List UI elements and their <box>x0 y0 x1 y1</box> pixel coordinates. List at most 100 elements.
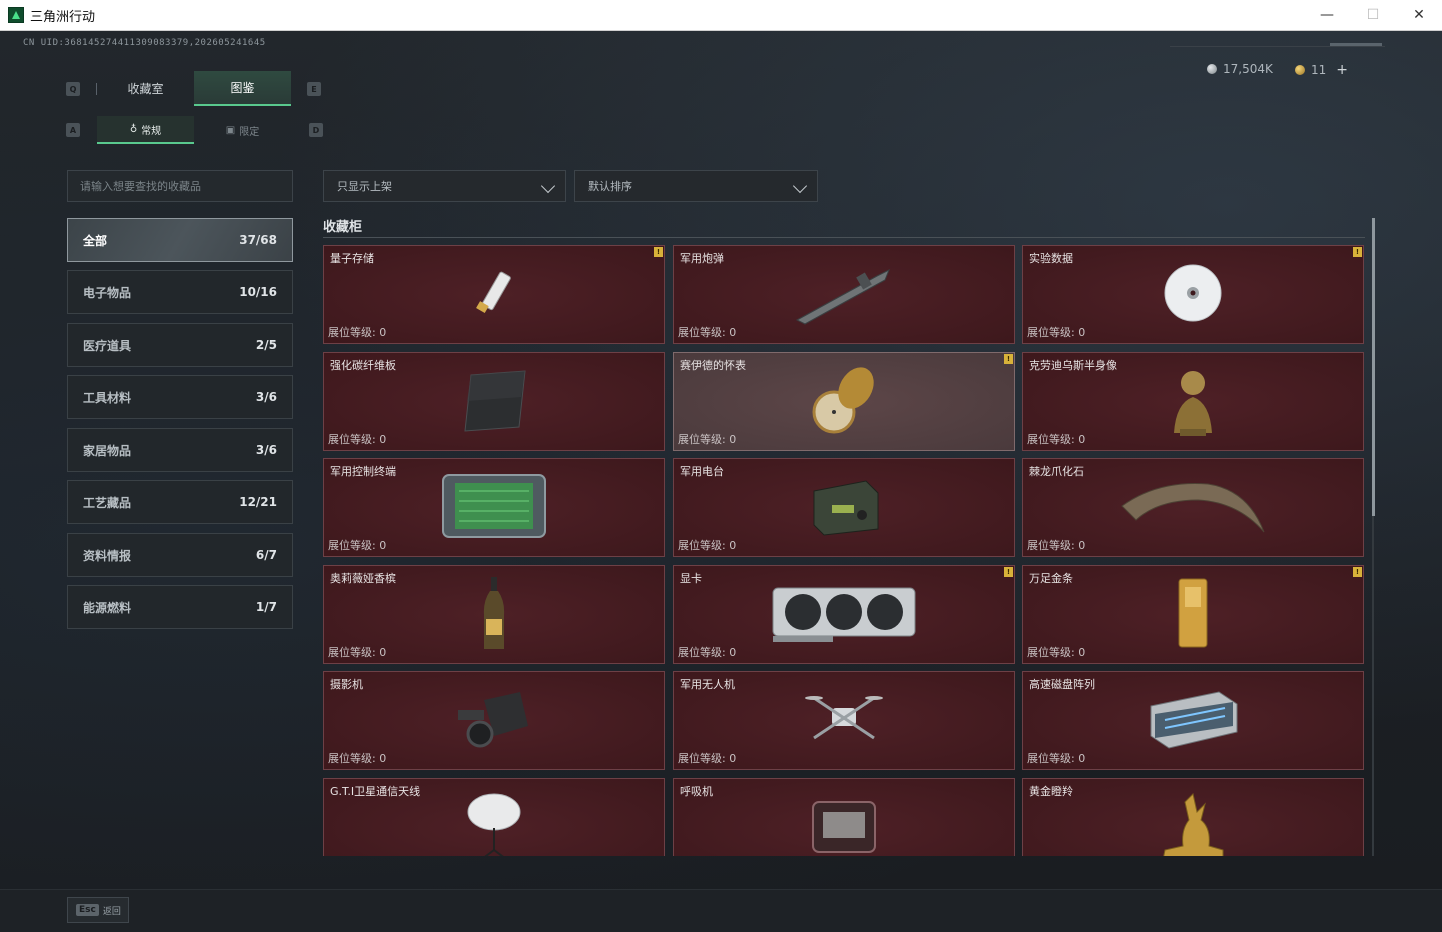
collection-card[interactable]: 万足金条展位等级: 0! <box>1022 565 1364 664</box>
card-level: 展位等级: 0 <box>678 539 737 552</box>
collection-card[interactable]: 军用无人机 展位等级: 0 <box>673 671 1015 770</box>
card-name: 摄影机 <box>330 678 363 691</box>
collection-grid: 量子存储 展位等级: 0! 军用炮弹 展位等级: 0 实验数据 展位等级: 0! 强化碳纤维… <box>323 245 1368 856</box>
category-count: 37/68 <box>239 233 277 247</box>
key-hint-q: Q <box>66 82 80 96</box>
collection-card[interactable]: 显卡 展位等级: 0! <box>673 565 1015 664</box>
currency-silver-value: 17,504K <box>1223 62 1273 76</box>
card-level: 展位等级: 0 <box>678 433 737 446</box>
collection-card[interactable]: 军用控制终端 展位等级: 0 <box>323 458 665 557</box>
claw-fossil-icon <box>1118 476 1268 540</box>
card-level: 展位等级: 0 <box>328 752 387 765</box>
subtab-regular[interactable]: ♁ 常规 <box>97 116 194 144</box>
gold-coin-icon <box>1295 65 1305 75</box>
header-divider <box>1170 46 1385 47</box>
collection-card[interactable]: 黄金瞪羚展位等级: 0 <box>1022 778 1364 856</box>
new-badge-icon: ! <box>1353 567 1362 577</box>
gold-gazelle-icon <box>1153 790 1233 856</box>
ventilator-icon <box>809 796 879 857</box>
currency-gold-value: 11 <box>1311 63 1327 77</box>
collection-card[interactable]: 实验数据展位等级: 0! <box>1022 245 1364 344</box>
disk-array-icon <box>1145 686 1241 756</box>
camera-icon <box>454 686 534 756</box>
category-count: 10/16 <box>239 285 277 299</box>
collection-card[interactable]: 军用炮弹 展位等级: 0 <box>673 245 1015 344</box>
add-currency-button[interactable]: + <box>1336 62 1348 78</box>
back-button[interactable]: Esc 返回 <box>67 897 129 923</box>
image-icon: ▣ <box>225 124 236 136</box>
shelf-filter-dropdown[interactable]: 只显示上架 <box>323 170 566 202</box>
card-level: 展位等级: 0 <box>1027 326 1086 339</box>
collection-card[interactable]: 高速磁盘阵列 展位等级: 0 <box>1022 671 1364 770</box>
card-name: G.T.I卫星通信天线 <box>330 785 421 798</box>
card-level: 展位等级: 0 <box>1027 539 1086 552</box>
search-input[interactable] <box>67 170 293 202</box>
section-title: 收藏柜 <box>323 220 363 235</box>
category-item[interactable]: 电子物品 10/16 <box>67 270 293 314</box>
new-badge-icon: ! <box>1353 247 1362 257</box>
collection-card[interactable]: 奥莉薇娅香槟 展位等级: 0 <box>323 565 665 664</box>
subtab-limited-label: 限定 <box>239 126 260 138</box>
pocket-watch-icon <box>804 360 884 444</box>
subtab-limited[interactable]: ▣ 限定 <box>194 116 291 144</box>
collection-card[interactable]: 摄影机展位等级: 0 <box>323 671 665 770</box>
card-name: 高速磁盘阵列 <box>1029 678 1095 691</box>
user-uid: CN UID:368145274411309083379,20260524164… <box>23 38 266 48</box>
card-name: 万足金条 <box>1029 572 1073 585</box>
maximize-button[interactable]: ☐ <box>1350 0 1396 31</box>
collection-card[interactable]: 赛伊德的怀表 展位等级: 0! <box>673 352 1015 451</box>
card-name: 棘龙爪化石 <box>1029 465 1084 478</box>
subtab-regular-label: 常规 <box>141 125 162 137</box>
back-label: 返回 <box>102 906 121 917</box>
card-name: 军用电台 <box>680 465 724 478</box>
category-item[interactable]: 工艺藏品 12/21 <box>67 480 293 524</box>
collection-card[interactable]: 克劳迪乌斯半身像 展位等级: 0 <box>1022 352 1364 451</box>
card-level: 展位等级: 0 <box>678 752 737 765</box>
tab-collection-room[interactable]: 收藏室 <box>97 71 194 106</box>
missile-icon <box>789 258 899 332</box>
collection-card[interactable]: 棘龙爪化石展位等级: 0 <box>1022 458 1364 557</box>
collection-card[interactable]: 量子存储展位等级: 0! <box>323 245 665 344</box>
category-label: 工艺藏品 <box>83 495 132 510</box>
bust-statue-icon <box>1168 363 1218 441</box>
currency-silver: 17,504K <box>1207 62 1273 76</box>
scrollbar-thumb[interactable] <box>1372 218 1375 516</box>
category-item[interactable]: 能源燃料 1/7 <box>67 585 293 629</box>
card-name: 克劳迪乌斯半身像 <box>1029 359 1117 372</box>
header-divider-accent <box>1330 43 1382 46</box>
category-item[interactable]: 家居物品 3/6 <box>67 428 293 472</box>
category-label: 家居物品 <box>83 443 132 458</box>
category-count: 1/7 <box>255 600 277 614</box>
card-name: 量子存储 <box>330 252 374 265</box>
card-level: 展位等级: 0 <box>1027 646 1086 659</box>
new-badge-icon: ! <box>654 247 663 257</box>
key-hint-e: E <box>307 82 321 96</box>
window-controls: — ☐ ✕ <box>1304 0 1442 31</box>
sort-dropdown[interactable]: 默认排序 <box>574 170 818 202</box>
tab-codex[interactable]: 图鉴 <box>194 71 291 106</box>
collection-card[interactable]: G.T.I卫星通信天线展位等级: 0 <box>323 778 665 856</box>
card-level: 展位等级: 0 <box>328 326 387 339</box>
category-count: 3/6 <box>255 390 277 404</box>
chevron-down-icon <box>540 178 556 194</box>
shelf-filter-value: 只显示上架 <box>337 180 392 193</box>
collection-card[interactable]: 呼吸机展位等级: 0 <box>673 778 1015 856</box>
category-item[interactable]: 全部 37/68 <box>67 218 293 262</box>
usb-drive-icon <box>464 263 524 327</box>
card-level: 展位等级: 0 <box>328 433 387 446</box>
champagne-bottle-icon <box>481 575 507 655</box>
graphics-card-icon <box>769 582 919 648</box>
collection-card[interactable]: 强化碳纤维板 展位等级: 0 <box>323 352 665 451</box>
card-name: 实验数据 <box>1029 252 1073 265</box>
category-item[interactable]: 工具材料 3/6 <box>67 375 293 419</box>
new-badge-icon: ! <box>1004 567 1013 577</box>
card-name: 黄金瞪羚 <box>1029 785 1073 798</box>
collection-card[interactable]: 军用电台展位等级: 0 <box>673 458 1015 557</box>
card-name: 赛伊德的怀表 <box>680 359 746 372</box>
category-item[interactable]: 医疗道具 2/5 <box>67 323 293 367</box>
minimize-button[interactable]: — <box>1304 0 1350 31</box>
category-count: 2/5 <box>255 338 277 352</box>
category-item[interactable]: 资料情报 6/7 <box>67 533 293 577</box>
close-button[interactable]: ✕ <box>1396 0 1442 31</box>
card-level: 展位等级: 0 <box>678 326 737 339</box>
